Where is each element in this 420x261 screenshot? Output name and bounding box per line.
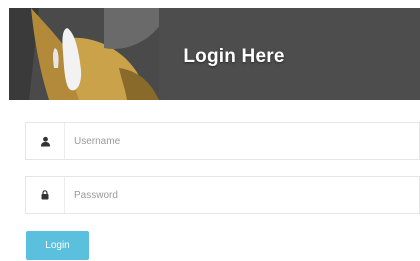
username-icon-cell: [26, 123, 65, 159]
password-icon-cell: [26, 177, 65, 213]
login-header: Login Here: [9, 8, 420, 100]
username-input[interactable]: [74, 123, 404, 159]
lock-icon: [41, 190, 49, 200]
login-button[interactable]: Login: [26, 231, 89, 260]
username-field-group: [25, 122, 420, 160]
password-field-group: [25, 176, 420, 214]
page-title: Login Here: [183, 46, 285, 67]
user-icon: [40, 136, 50, 147]
password-input[interactable]: [74, 177, 404, 213]
